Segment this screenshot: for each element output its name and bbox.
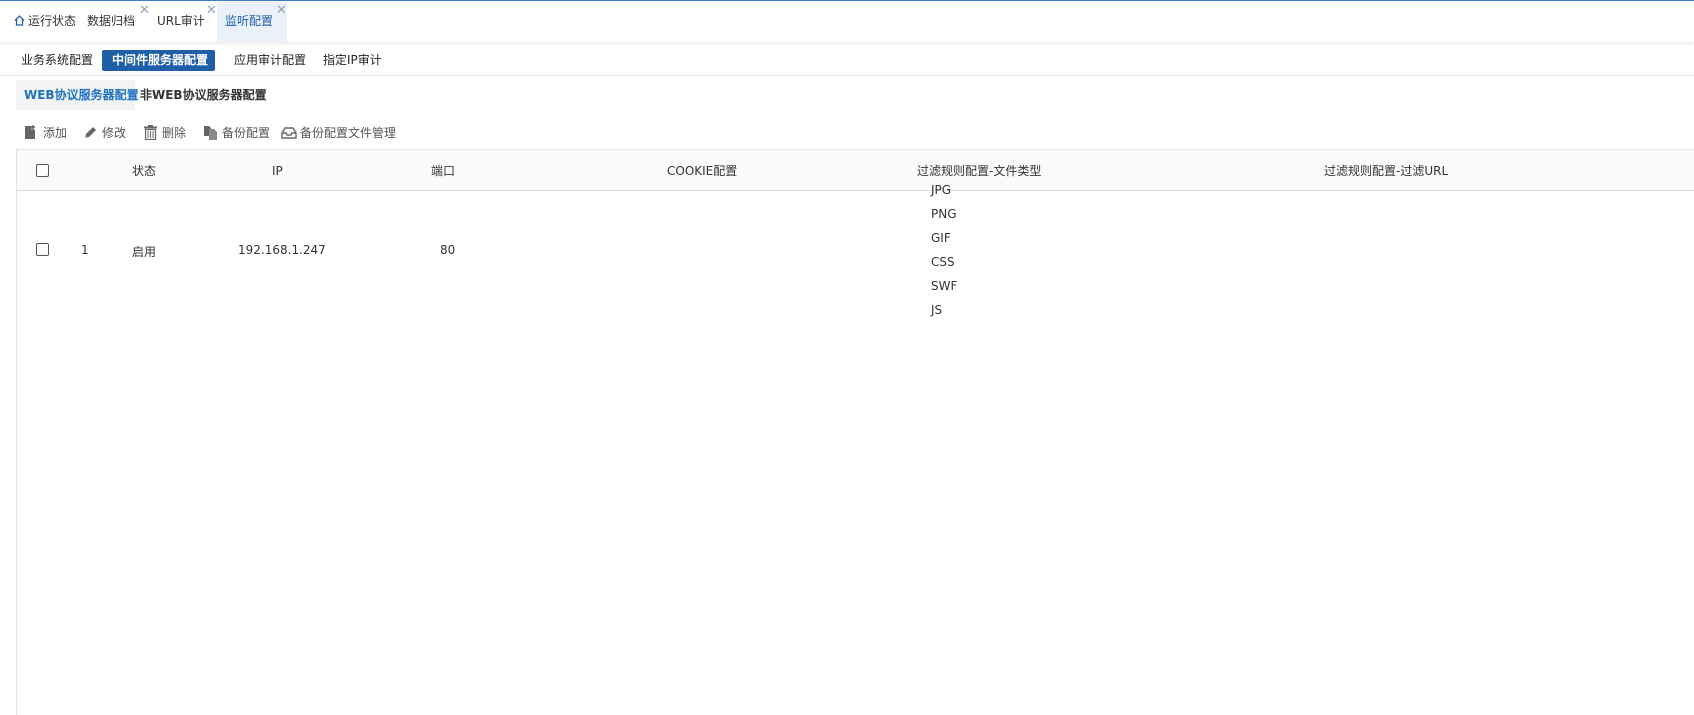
- file-type-item: CSS: [931, 255, 955, 269]
- tab-label: 数据归档: [87, 14, 136, 28]
- top-tab-bar: 运行状态 数据归档 ✕ URL审计 ✕ 监听配置 ✕: [0, 0, 1694, 42]
- subtab-business-system[interactable]: 业务系统配置: [11, 50, 103, 71]
- delete-button[interactable]: 删除: [143, 120, 186, 146]
- table-header: 状态 IP 端口 COOKIE配置 过滤规则配置-文件类型 过滤规则配置-过滤U…: [17, 149, 1694, 191]
- tab-url-audit[interactable]: URL审计: [157, 2, 205, 42]
- copy-icon: [204, 126, 217, 140]
- tab-label: 运行状态: [28, 14, 77, 28]
- backup-file-manage-label: 备份配置文件管理: [300, 126, 397, 140]
- tab-data-archive[interactable]: 数据归档: [87, 2, 135, 42]
- subtab-middleware-server[interactable]: 中间件服务器配置: [102, 50, 215, 71]
- header-status: 状态: [132, 164, 157, 178]
- home-icon: [14, 15, 25, 26]
- add-file-icon: [25, 125, 35, 139]
- subtab-specified-ip[interactable]: 指定IP审计: [313, 50, 392, 71]
- row-status: 启用: [132, 245, 157, 259]
- header-port: 端口: [431, 164, 456, 178]
- backup-file-manage-button[interactable]: 备份配置文件管理: [281, 120, 396, 146]
- row-port: 80: [440, 243, 456, 257]
- close-icon[interactable]: ✕: [276, 4, 287, 18]
- row-index: 1: [81, 243, 89, 257]
- close-icon[interactable]: ✕: [139, 4, 150, 18]
- tab-data-archive-close[interactable]: ✕: [139, 2, 150, 42]
- tab-non-web-protocol[interactable]: 非WEB协议服务器配置: [132, 80, 275, 110]
- backup-config-button[interactable]: 备份配置: [203, 120, 270, 146]
- inbox-icon: [281, 127, 297, 139]
- file-type-item: PNG: [931, 207, 957, 221]
- tab-run-status[interactable]: 运行状态: [14, 2, 76, 42]
- tab-listen-config-close[interactable]: ✕: [276, 2, 287, 42]
- file-type-item: JS: [931, 303, 943, 317]
- tab-web-protocol[interactable]: WEB协议服务器配置: [16, 80, 139, 110]
- row-ip: 192.168.1.247: [238, 243, 326, 257]
- select-all-checkbox[interactable]: [36, 164, 49, 177]
- close-icon[interactable]: ✕: [206, 4, 217, 18]
- table-row[interactable]: 1 启用 192.168.1.247 80 JPG PNG GIF CSS SW…: [17, 183, 1694, 341]
- header-ip: IP: [272, 164, 283, 178]
- add-button[interactable]: 添加: [24, 120, 67, 146]
- trash-icon: [144, 125, 157, 140]
- row-checkbox[interactable]: [36, 243, 49, 256]
- file-type-item: SWF: [931, 279, 958, 293]
- file-type-item: JPG: [931, 183, 952, 197]
- pencil-icon: [85, 127, 96, 138]
- header-filter-url: 过滤规则配置-过滤URL: [1324, 164, 1449, 178]
- tab-label: 监听配置: [225, 14, 274, 28]
- header-cookie: COOKIE配置: [667, 164, 738, 178]
- sub-tab-bar: 业务系统配置 中间件服务器配置 应用审计配置 指定IP审计: [0, 46, 1694, 76]
- file-type-item: GIF: [931, 231, 951, 245]
- server-config-table: 状态 IP 端口 COOKIE配置 过滤规则配置-文件类型 过滤规则配置-过滤U…: [16, 149, 1694, 715]
- subtab-app-audit[interactable]: 应用审计配置: [224, 50, 316, 71]
- tab-label: URL审计: [157, 14, 205, 28]
- edit-button[interactable]: 修改: [83, 120, 126, 146]
- tab-url-audit-close[interactable]: ✕: [206, 2, 217, 42]
